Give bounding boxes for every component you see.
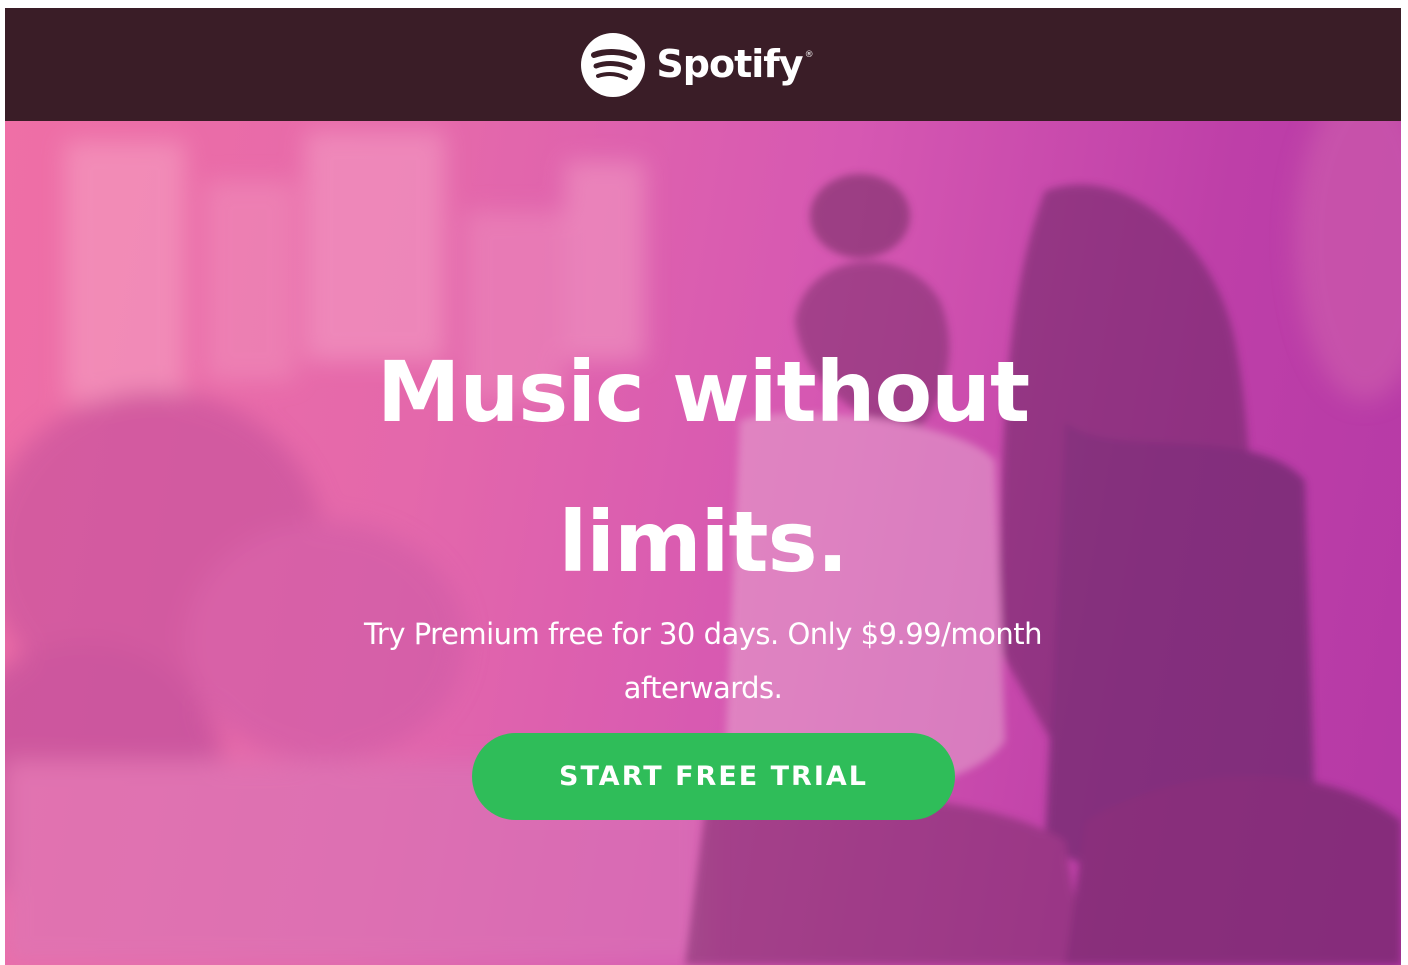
- hero-content: Music without limits. Try Premium free f…: [5, 121, 1401, 965]
- hero-subline-line2: afterwards.: [623, 671, 783, 705]
- hero-subline: Try Premium free for 30 days. Only $9.99…: [253, 607, 1153, 715]
- page: Spotify ® Music without limits. Try Prem…: [5, 8, 1401, 965]
- hero-headline-line2: limits.: [558, 493, 849, 591]
- spotify-logo[interactable]: Spotify ®: [580, 32, 814, 98]
- start-free-trial-button[interactable]: START FREE TRIAL: [472, 733, 955, 820]
- site-header: Spotify ®: [5, 8, 1401, 121]
- logo-trademark: ®: [804, 49, 814, 60]
- hero-subline-line1: Try Premium free for 30 days. Only $9.99…: [363, 617, 1043, 651]
- spotify-logo-icon: [581, 32, 646, 97]
- hero-headline: Music without limits.: [203, 317, 1203, 617]
- hero-headline-line1: Music without: [376, 343, 1030, 441]
- hero-section: Music without limits. Try Premium free f…: [5, 121, 1401, 965]
- logo-wordmark: Spotify: [656, 41, 803, 86]
